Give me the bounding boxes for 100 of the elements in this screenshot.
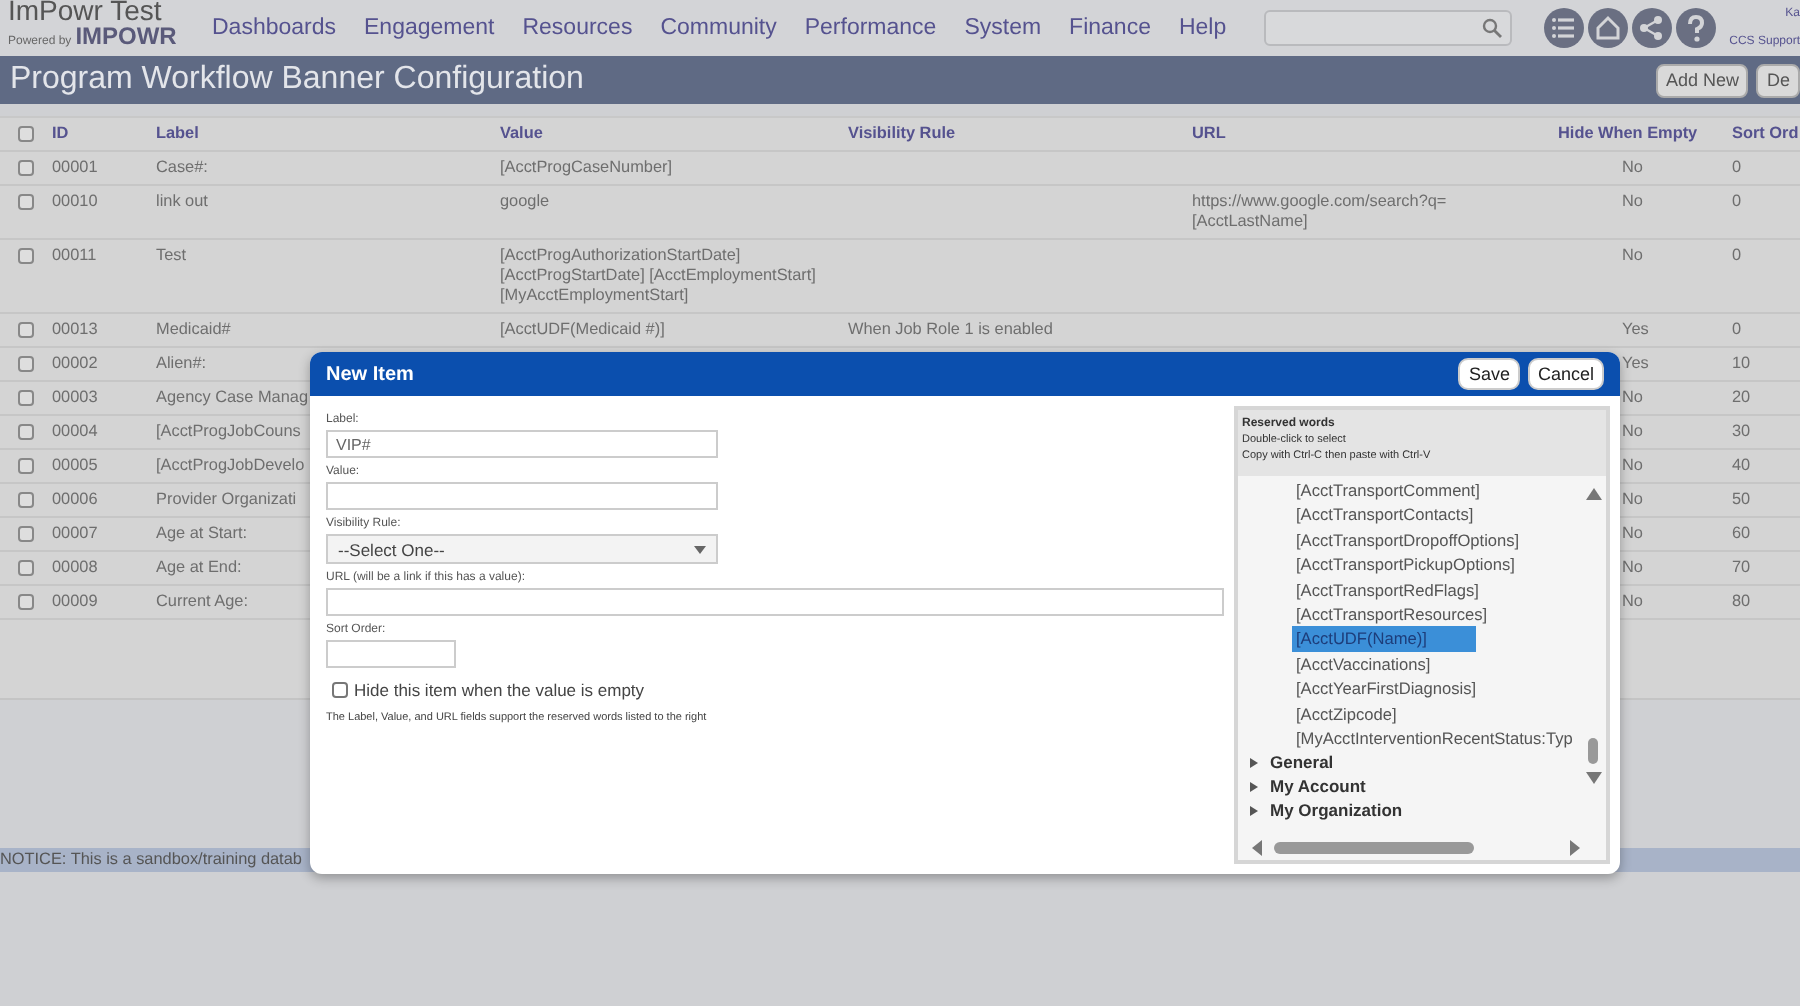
reserved-word[interactable]: [AcctTransportRedFlags] <box>1238 577 1582 603</box>
reserved-word[interactable]: [AcctTransportDropoffOptions] <box>1238 527 1582 553</box>
column-header[interactable]: Visibility Rule <box>848 124 956 144</box>
collapsed-caret-icon[interactable] <box>1250 757 1258 768</box>
row-checkbox[interactable] <box>18 322 34 338</box>
table-cell: Medicaid# <box>156 320 231 340</box>
reserved-word[interactable]: [AcctTransportResources] <box>1238 602 1582 627</box>
row-checkbox[interactable] <box>18 194 34 210</box>
row-checkbox[interactable] <box>18 526 34 542</box>
tree-group[interactable]: General <box>1270 750 1334 775</box>
tree-group[interactable]: My Account <box>1270 774 1366 799</box>
reserved-word[interactable]: [MyAcctInterventionRecentStatus:Typ <box>1238 726 1582 751</box>
logo-brand: IMPOWR <box>75 24 177 48</box>
nav-link[interactable]: Engagement <box>350 16 509 40</box>
table-cell: [AcctProgJobDevelo <box>156 456 305 476</box>
column-header[interactable]: Sort Ord <box>1732 124 1799 144</box>
toolbar-button[interactable]: Add New <box>1655 63 1749 97</box>
table-cell: Yes <box>1622 354 1649 374</box>
table-cell: 00007 <box>52 524 98 544</box>
table-cell: No <box>1622 456 1643 476</box>
row-checkbox[interactable] <box>18 560 34 576</box>
search-icon <box>1482 18 1503 38</box>
row-checkbox[interactable] <box>18 458 34 474</box>
text-field[interactable] <box>326 482 718 510</box>
table-cell: 00008 <box>52 558 98 578</box>
table-cell: Age at End: <box>156 558 242 578</box>
checkbox-label: Hide this item when the value is empty <box>354 680 645 700</box>
row-checkbox[interactable] <box>18 492 34 508</box>
table-cell: Test <box>156 246 187 266</box>
table-cell: 20 <box>1732 388 1751 408</box>
text-field[interactable] <box>326 588 1224 616</box>
nav-link[interactable]: Community <box>646 16 791 40</box>
table-cell: 00010 <box>52 192 98 212</box>
column-header[interactable]: URL <box>1192 124 1226 144</box>
table-cell: No <box>1622 158 1643 178</box>
collapsed-caret-icon[interactable] <box>1250 781 1258 792</box>
table-cell: 10 <box>1732 354 1751 374</box>
table-cell: google <box>500 192 550 212</box>
toolbar-button[interactable]: De <box>1756 63 1800 97</box>
reserved-word[interactable]: [AcctYearFirstDiagnosis] <box>1238 676 1582 702</box>
column-header[interactable]: Value <box>500 124 543 144</box>
table-cell: 0 <box>1732 158 1742 178</box>
table-cell: 00004 <box>52 422 98 442</box>
table-cell: [AcctProgAuthorizationStartDate] [AcctProgStartDate] [AcctEmploymentStart] [MyAcctEmploymentStart] <box>500 246 816 306</box>
select-all-checkbox[interactable] <box>18 126 34 142</box>
nav-link[interactable]: Help <box>1164 16 1241 40</box>
list-icon[interactable] <box>1544 8 1584 48</box>
dialog-button[interactable]: Save <box>1458 358 1520 390</box>
table-cell: link out <box>156 192 208 212</box>
nav-link[interactable]: System <box>950 16 1056 40</box>
table-cell: 00006 <box>52 490 98 510</box>
home-icon[interactable] <box>1588 8 1628 48</box>
table-cell: No <box>1622 422 1643 442</box>
dialog-title: New Item <box>326 363 414 385</box>
row-checkbox[interactable] <box>18 160 34 176</box>
nav-link[interactable]: Dashboards <box>198 16 351 40</box>
row-checkbox[interactable] <box>18 248 34 264</box>
column-header[interactable]: ID <box>52 124 69 144</box>
table-cell: 0 <box>1732 192 1742 212</box>
collapsed-caret-icon[interactable] <box>1250 805 1258 816</box>
row-checkbox[interactable] <box>18 594 34 610</box>
table-cell: 40 <box>1732 456 1751 476</box>
tree-group[interactable]: My Organization <box>1270 798 1403 823</box>
table-cell: 00005 <box>52 456 98 476</box>
table-cell: No <box>1622 246 1643 266</box>
nav-link[interactable]: Performance <box>790 16 951 40</box>
column-header[interactable]: Label <box>156 124 199 144</box>
table-cell: Current Age: <box>156 592 248 612</box>
nav-link[interactable]: Resources <box>508 16 647 40</box>
select-field[interactable]: --Select One-- <box>326 534 718 564</box>
table-cell: 70 <box>1732 558 1751 578</box>
dialog-button[interactable]: Cancel <box>1527 358 1604 390</box>
reserved-word[interactable]: [AcctZipcode] <box>1238 701 1582 727</box>
text-field[interactable]: VIP# <box>326 430 718 458</box>
table-cell: https://www.google.com/search?q= [AcctLastName] <box>1192 192 1447 232</box>
table-cell: 50 <box>1732 490 1751 510</box>
reserved-word[interactable]: [AcctTransportContacts] <box>1238 502 1582 528</box>
column-header[interactable]: Hide When Empty <box>1558 124 1698 144</box>
row-checkbox[interactable] <box>18 424 34 440</box>
table-cell: 0 <box>1732 246 1742 266</box>
checkbox[interactable] <box>332 682 348 698</box>
help-icon[interactable] <box>1676 8 1716 48</box>
table-cell: No <box>1622 192 1643 212</box>
reserved-word[interactable]: [AcctUDF(Name)] <box>1292 626 1476 652</box>
table-cell: 0 <box>1732 320 1742 340</box>
page-title: Program Workflow Banner Configuration <box>10 62 584 98</box>
nav-link[interactable]: Finance <box>1055 16 1165 40</box>
table-cell: No <box>1622 490 1643 510</box>
row-checkbox[interactable] <box>18 356 34 372</box>
table-cell: [AcctUDF(Medicaid #)] <box>500 320 665 340</box>
search-field[interactable] <box>1264 10 1513 46</box>
table-cell: No <box>1622 524 1643 544</box>
table-cell: 00003 <box>52 388 98 408</box>
table-cell: 30 <box>1732 422 1751 442</box>
row-checkbox[interactable] <box>18 390 34 406</box>
text-field[interactable] <box>326 640 456 668</box>
share-icon[interactable] <box>1632 8 1672 48</box>
reserved-word[interactable]: [AcctVaccinations] <box>1238 651 1582 677</box>
reserved-word[interactable]: [AcctTransportComment] <box>1238 478 1582 503</box>
reserved-word[interactable]: [AcctTransportPickupOptions] <box>1238 552 1582 578</box>
